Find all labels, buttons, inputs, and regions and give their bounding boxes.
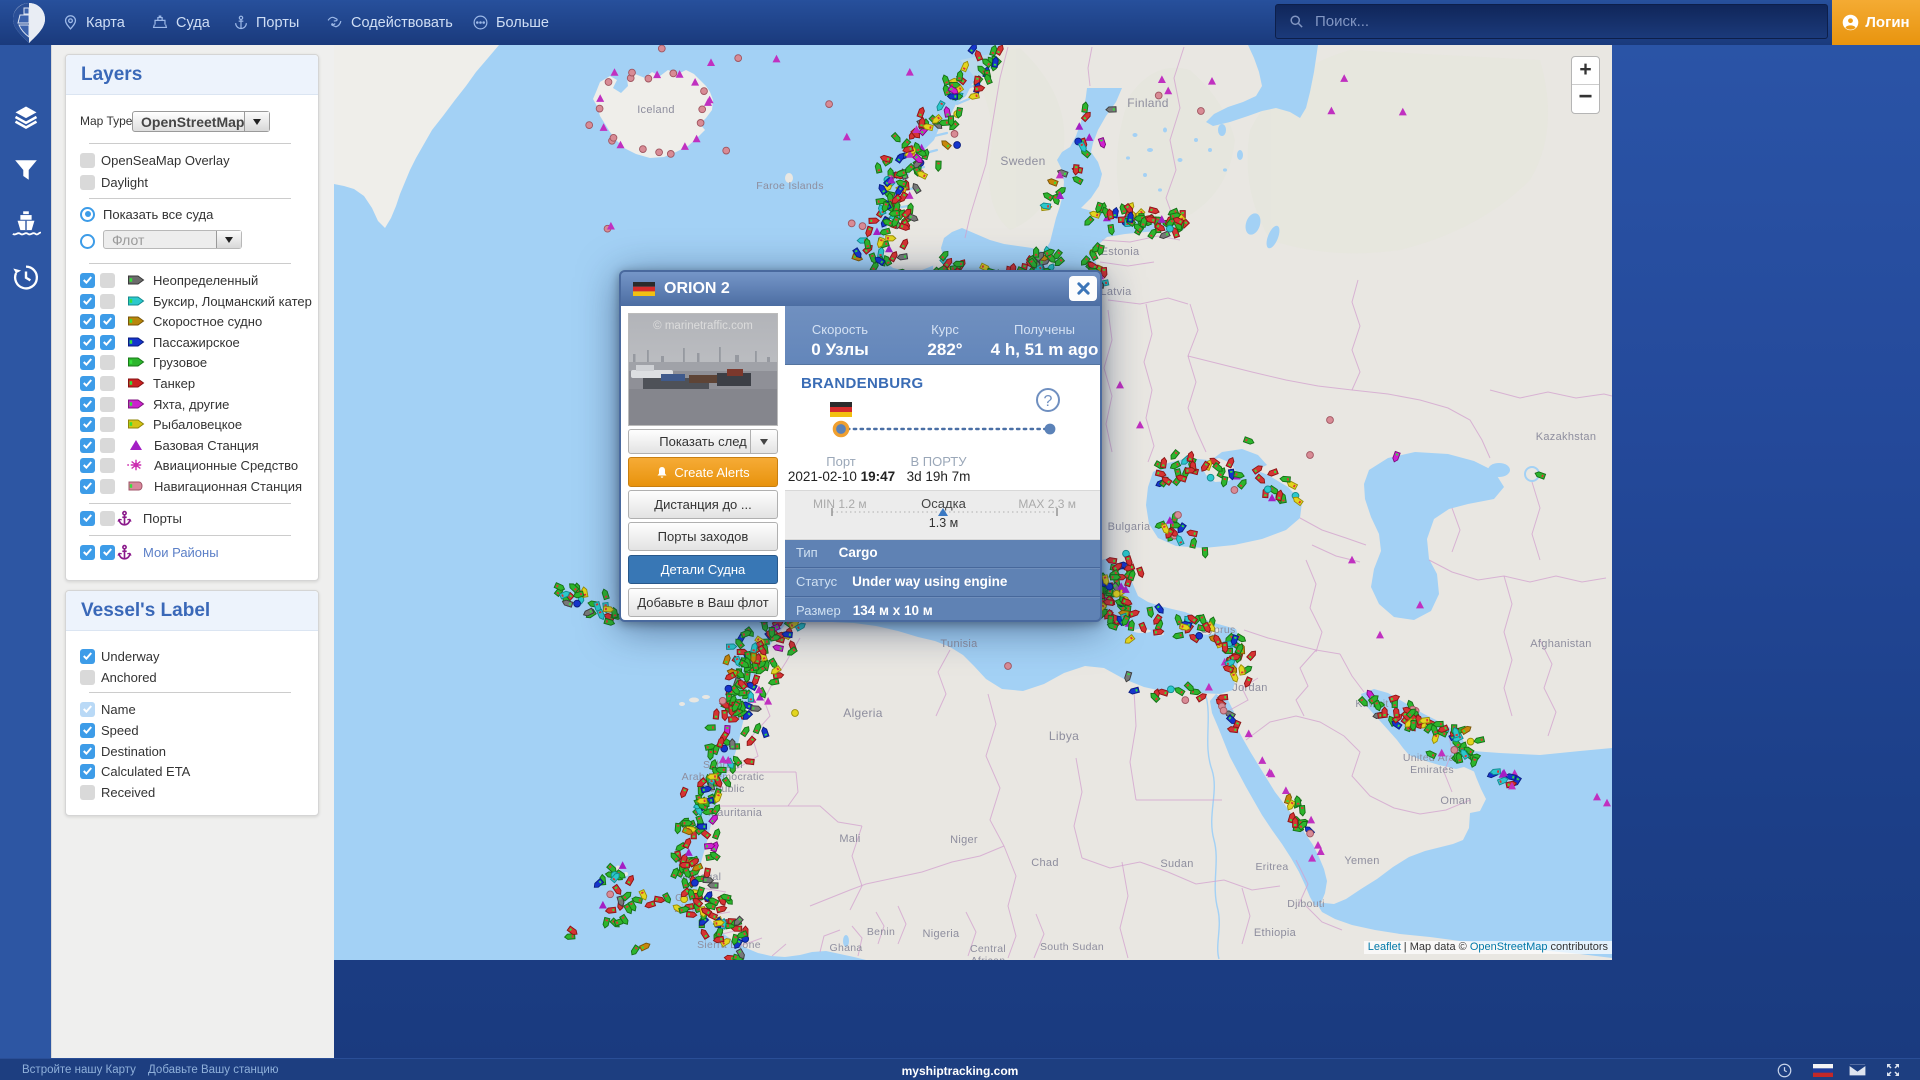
svg-text:Tunisia: Tunisia [940, 638, 978, 650]
svg-text:Yemen: Yemen [1344, 855, 1379, 867]
svg-text:Estonia: Estonia [1101, 246, 1140, 258]
svg-text:African: African [971, 955, 1006, 960]
svg-text:Finland: Finland [1127, 96, 1168, 110]
svg-text:© marinetraffic.com: © marinetraffic.com [653, 320, 753, 332]
svg-text:South Sudan: South Sudan [1040, 941, 1104, 953]
svg-text:Chad: Chad [1031, 857, 1059, 869]
svg-text:Benin: Benin [867, 926, 895, 938]
svg-text:Iceland: Iceland [637, 104, 675, 116]
svg-text:Bulgaria: Bulgaria [1108, 521, 1151, 533]
svg-text:Mali: Mali [839, 833, 860, 845]
svg-text:Algeria: Algeria [843, 706, 882, 720]
svg-text:Niger: Niger [950, 834, 978, 846]
svg-text:Oman: Oman [1440, 795, 1471, 807]
svg-text:Kazakhstan: Kazakhstan [1536, 431, 1596, 443]
svg-text:Ethiopia: Ethiopia [1254, 927, 1297, 939]
svg-text:Sudan: Sudan [1160, 858, 1193, 870]
svg-text:Emirates: Emirates [1410, 764, 1454, 776]
svg-text:Nigeria: Nigeria [923, 928, 961, 940]
svg-text:Sweden: Sweden [1000, 154, 1045, 168]
svg-text:Eritrea: Eritrea [1255, 861, 1288, 873]
svg-text:Latvia: Latvia [1100, 286, 1132, 298]
svg-text:Djibouti: Djibouti [1287, 898, 1324, 910]
svg-text:Ghana: Ghana [829, 942, 862, 954]
svg-text:Central: Central [970, 943, 1006, 955]
svg-text:Afghanistan: Afghanistan [1530, 638, 1591, 650]
svg-text:Libya: Libya [1049, 729, 1079, 743]
svg-text:Faroe Islands: Faroe Islands [756, 180, 824, 192]
